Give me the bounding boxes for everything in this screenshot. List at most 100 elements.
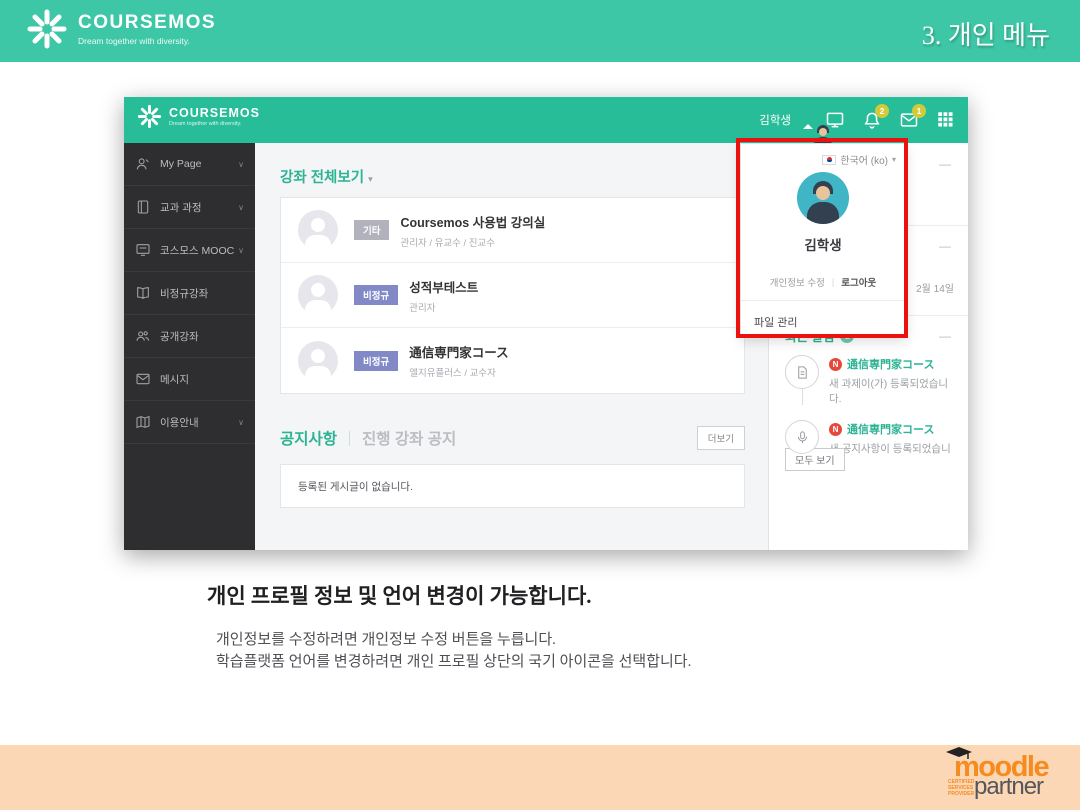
caption-line: 학습플랫폼 언어를 변경하려면 개인 프로필 상단의 국기 아이콘을 선택합니다… [216,652,691,674]
mail-badge: 1 [912,104,926,118]
notice-empty-text: 등록된 게시글이 없습니다. [298,479,413,494]
bell-badge: 2 [875,104,889,118]
course-title[interactable]: 通信専門家コース [409,342,508,361]
profile-links: 개인정보 수정 | 로그아웃 [741,275,905,289]
course-avatar [298,341,338,381]
course-meta: 엘지유플러스 / 교수자 [409,365,508,379]
coursemos-brand: COURSEMOS Dream together with diversity. [26,8,216,50]
brand-name: COURSEMOS [78,12,216,34]
notice-empty-card: 등록된 게시글이 없습니다. [280,464,745,508]
sidebar-label: My Page [160,158,201,170]
chevron-down-icon: ∨ [238,246,244,255]
open-book-icon [135,285,151,301]
sidebar-item-guide[interactable]: 이용안내 ∨ [124,401,255,444]
caption-heading: 개인 프로필 정보 및 언어 변경이 가능합니다. [207,580,592,610]
app-screenshot: COURSEMOS Dream together with diversity.… [124,97,968,550]
more-button[interactable]: 더보기 [697,426,745,450]
sidebar-label: 교과 과정 [160,200,202,215]
sidebar-label: 공개강좌 [160,329,199,344]
course-row[interactable]: 비정규 성적부테스트 관리자 [281,263,744,328]
app-main: 강좌 전체보기▾ 기타 Coursemos 사용법 강의실 관리자 / 유교수 … [255,143,768,550]
sidebar-item-irregular-courses[interactable]: 비정규강좌 [124,272,255,315]
notification-course-link[interactable]: 通信専門家コース [847,356,934,372]
app-brand-tagline: Dream together with diversity. [169,121,260,127]
app-sidebar: My Page ∨ 교과 과정 ∨ 코스모스 MOOC ∨ [124,143,255,550]
notice-tab-inactive[interactable]: 진행 강좌 공지 [362,427,456,449]
app-brand-name: COURSEMOS [169,106,260,120]
file-manager-link[interactable]: 파일 관리 [754,314,798,330]
notification-course-link[interactable]: 通信専門家コース [847,421,934,437]
footer-strip: moodle CERTIFIED SERVICES PROVIDER partn… [0,745,1080,810]
course-list: 기타 Coursemos 사용법 강의실 관리자 / 유교수 / 진교수 비정규… [280,197,745,394]
course-meta: 관리자 / 유교수 / 진교수 [400,235,545,249]
certified-services-provider-text: CERTIFIED SERVICES PROVIDER [948,779,974,797]
course-meta: 관리자 [409,300,478,314]
language-selector[interactable]: 한국어 (ko) ▾ [822,152,896,167]
course-badge: 기타 [354,220,389,240]
course-row[interactable]: 비정규 通信専門家コース 엘지유플러스 / 교수자 [281,328,744,393]
course-title[interactable]: Coursemos 사용법 강의실 [400,212,545,231]
divider [349,431,350,446]
courses-title[interactable]: 강좌 전체보기▾ [280,166,373,187]
slide-header: COURSEMOS Dream together with diversity.… [0,0,1080,62]
person-edit-icon [135,156,151,172]
apps-grid-icon[interactable] [936,110,956,130]
notification-text: 새 과제이(가) 등록되었습니다. [829,376,960,406]
chevron-down-icon: ∨ [238,203,244,212]
assignment-document-icon [785,355,819,389]
envelope-icon [135,371,151,387]
edit-profile-button[interactable]: 개인정보 수정 [770,275,825,289]
korea-flag-icon [822,155,836,165]
dropdown-pointer [803,119,813,129]
language-label: 한국어 (ko) [840,152,888,167]
screen-icon [135,242,151,258]
map-guide-icon [135,414,151,430]
sidebar-item-messages[interactable]: 메시지 [124,358,255,401]
course-avatar [298,275,338,315]
notebook-icon [135,199,151,215]
courses-title-label: 강좌 전체보기 [280,170,364,186]
course-avatar [298,210,338,250]
collapse-panel-icon[interactable]: — [939,241,951,251]
app-brand[interactable]: COURSEMOS Dream together with diversity. [137,104,260,129]
dropdown-divider [741,300,905,301]
sidebar-label: 비정규강좌 [160,286,208,301]
people-icon [135,328,151,344]
partner-wordmark: partner [974,773,1043,801]
notice-tab-active[interactable]: 공지사항 [280,427,337,449]
brand-tagline: Dream together with diversity. [78,36,216,46]
caption-line: 개인정보를 수정하려면 개인정보 수정 버튼을 누릅니다. [216,630,691,652]
chevron-down-icon: ∨ [238,160,244,169]
header-username[interactable]: 김학생 [759,112,791,128]
course-badge: 비정규 [354,285,398,305]
timeline-connector [802,389,803,405]
new-badge: N [829,358,842,371]
dropdown-arrow-icon: ▾ [892,155,896,164]
sidebar-label: 이용안내 [160,415,199,430]
collapse-panel-icon[interactable]: — [939,331,951,341]
sidebar-label: 코스모스 MOOC [160,243,234,258]
messages-mail-icon[interactable]: 1 [899,110,919,130]
chevron-down-icon: ∨ [238,418,244,427]
new-badge: N [829,423,842,436]
profile-dropdown: 한국어 (ko) ▾ 김학생 개인정보 수정 | 로그아웃 파일 관리 [740,143,906,337]
coursemos-logo-icon-small [137,104,162,129]
course-title[interactable]: 성적부테스트 [409,277,478,296]
sidebar-item-open-courses[interactable]: 공개강좌 [124,315,255,358]
divider: | [832,277,834,287]
slide-root: COURSEMOS Dream together with diversity.… [0,0,1080,810]
logout-button[interactable]: 로그아웃 [841,275,876,289]
profile-avatar [797,172,849,224]
classroom-monitor-icon[interactable] [825,110,845,130]
notifications-bell-icon[interactable]: 2 [862,110,882,130]
sidebar-item-curriculum[interactable]: 교과 과정 ∨ [124,186,255,229]
sidebar-item-mooc[interactable]: 코스모스 MOOC ∨ [124,229,255,272]
collapse-panel-icon[interactable]: — [939,159,951,169]
app-header-right: 김학생 2 [759,97,956,143]
sidebar-item-mypage[interactable]: My Page ∨ [124,143,255,186]
course-row[interactable]: 기타 Coursemos 사용법 강의실 관리자 / 유교수 / 진교수 [281,198,744,263]
announcement-mic-icon [785,420,819,454]
slide-title: 3. 개인 메뉴 [922,15,1050,52]
notification-item[interactable]: N 通信専門家コース 새 과제이(가) 등록되었습니다. [785,355,960,406]
profile-name: 김학생 [741,234,905,254]
